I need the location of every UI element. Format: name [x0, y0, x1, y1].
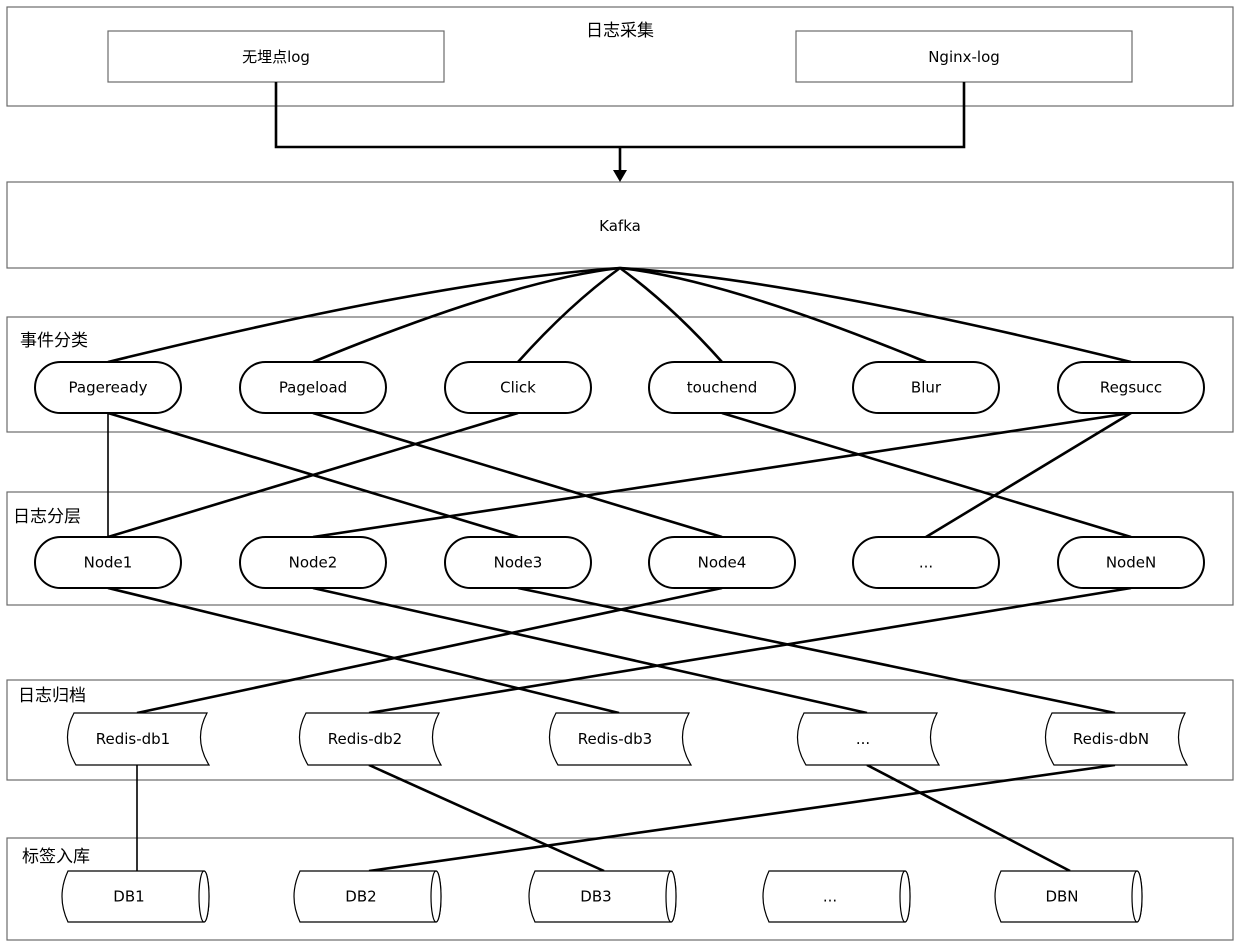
nodes-title: 日志分层 [13, 507, 81, 527]
database-ellipsis-label: ... [823, 888, 837, 906]
database-db2-label: DB2 [345, 888, 376, 906]
database-db1-label: DB1 [113, 888, 144, 906]
node-node2-label: Node2 [289, 554, 338, 572]
log-pipeline-diagram: 日志采集 无埋点log Nginx-log Kafka 事件分类 日志分层 日志… [6, 6, 1234, 941]
database-db2-end-cap [430, 870, 442, 923]
database-dbn-end-cap [1131, 870, 1143, 923]
node-noden-label: NodeN [1106, 554, 1156, 572]
databases-title: 标签入库 [22, 847, 90, 867]
source-label-no-tracking-log: 无埋点log [242, 48, 310, 66]
redis-ellipsis-label: ... [856, 730, 870, 748]
source-label-nginx-log: Nginx-log [928, 48, 1000, 66]
event-pageload-label: Pageload [279, 379, 347, 397]
event-blur-label: Blur [911, 379, 942, 397]
event-touchend-label: touchend [687, 379, 758, 397]
collection-title: 日志采集 [586, 21, 654, 41]
node-node3-label: Node3 [494, 554, 543, 572]
node-node4-label: Node4 [698, 554, 747, 572]
event-pageready-label: Pageready [69, 379, 148, 397]
database-ellipsis-end-cap [899, 870, 911, 923]
redis-redis-db2-label: Redis-db2 [328, 730, 402, 748]
node-ellipsis-label: ... [919, 554, 933, 572]
event-click-label: Click [500, 379, 536, 397]
database-db1-end-cap [198, 870, 210, 923]
kafka-label: Kafka [599, 217, 641, 235]
redis-redis-db3-label: Redis-db3 [578, 730, 652, 748]
redis-redis-dbn-label: Redis-dbN [1073, 730, 1149, 748]
arrowhead-icon [613, 170, 627, 182]
database-dbn-label: DBN [1045, 888, 1078, 906]
database-db3-end-cap [665, 870, 677, 923]
node-node1-label: Node1 [84, 554, 133, 572]
nodes-section [6, 491, 1234, 606]
events-section [6, 316, 1234, 433]
event-regsucc-label: Regsucc [1100, 379, 1162, 397]
redis-title: 日志归档 [18, 686, 86, 706]
redis-redis-db1-label: Redis-db1 [96, 730, 170, 748]
database-db3-label: DB3 [580, 888, 611, 906]
events-title: 事件分类 [20, 331, 88, 351]
